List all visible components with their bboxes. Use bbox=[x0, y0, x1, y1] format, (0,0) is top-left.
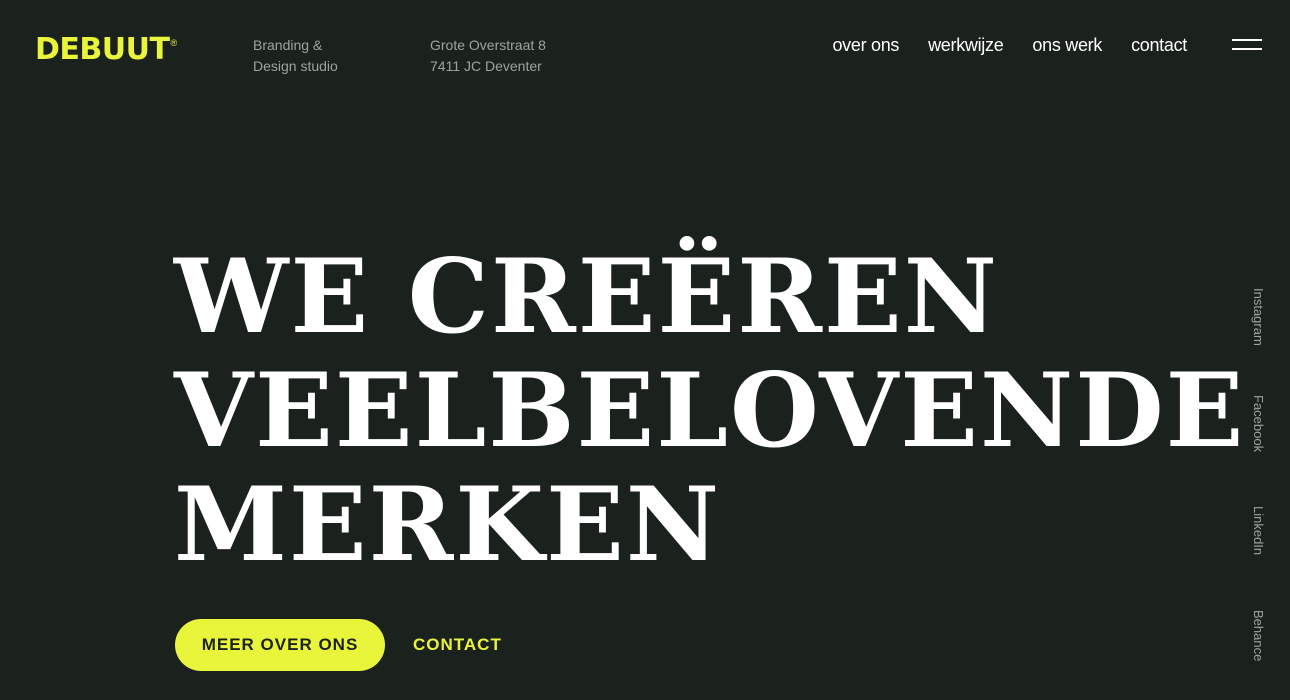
address-line-1: Grote Overstraat 8 bbox=[430, 37, 546, 53]
tagline-line-2: Design studio bbox=[253, 58, 338, 74]
registered-mark: ® bbox=[170, 38, 178, 48]
nav-item-over-ons[interactable]: over ons bbox=[832, 34, 899, 56]
logo[interactable]: DEBUUT ® bbox=[35, 34, 177, 66]
studio-tagline: Branding & Design studio bbox=[253, 35, 338, 77]
meer-over-ons-button[interactable]: MEER OVER ONS bbox=[175, 619, 385, 671]
social-link-instagram[interactable]: Instagram bbox=[1250, 288, 1266, 346]
social-link-facebook[interactable]: Facebook bbox=[1250, 395, 1266, 452]
tagline-line-1: Branding & bbox=[253, 37, 323, 53]
hero-headline: WE CREËREN VEELBELOVENDE MERKEN bbox=[174, 240, 1245, 582]
menu-line-top bbox=[1232, 39, 1262, 41]
menu-line-bottom bbox=[1232, 48, 1262, 50]
nav-item-werkwijze[interactable]: werkwijze bbox=[928, 34, 1004, 56]
nav-item-ons-werk[interactable]: ons werk bbox=[1032, 34, 1102, 56]
hero-line-3: MERKEN bbox=[174, 465, 722, 585]
social-link-linkedin[interactable]: LinkedIn bbox=[1250, 506, 1266, 555]
social-link-behance[interactable]: Behance bbox=[1250, 610, 1266, 661]
hero-line-1: WE CREËREN bbox=[174, 237, 999, 357]
nav-item-contact[interactable]: contact bbox=[1131, 34, 1187, 56]
hero-line-2: VEELBELOVENDE bbox=[174, 351, 1246, 471]
contact-link[interactable]: CONTACT bbox=[413, 634, 502, 656]
studio-address: Grote Overstraat 8 7411 JC Deventer bbox=[430, 35, 546, 77]
hamburger-menu-icon[interactable] bbox=[1232, 37, 1262, 53]
address-line-2: 7411 JC Deventer bbox=[430, 58, 542, 74]
main-nav: over ons werkwijze ons werk contact bbox=[832, 34, 1187, 56]
logo-wordmark: DEBUUT bbox=[35, 32, 170, 67]
